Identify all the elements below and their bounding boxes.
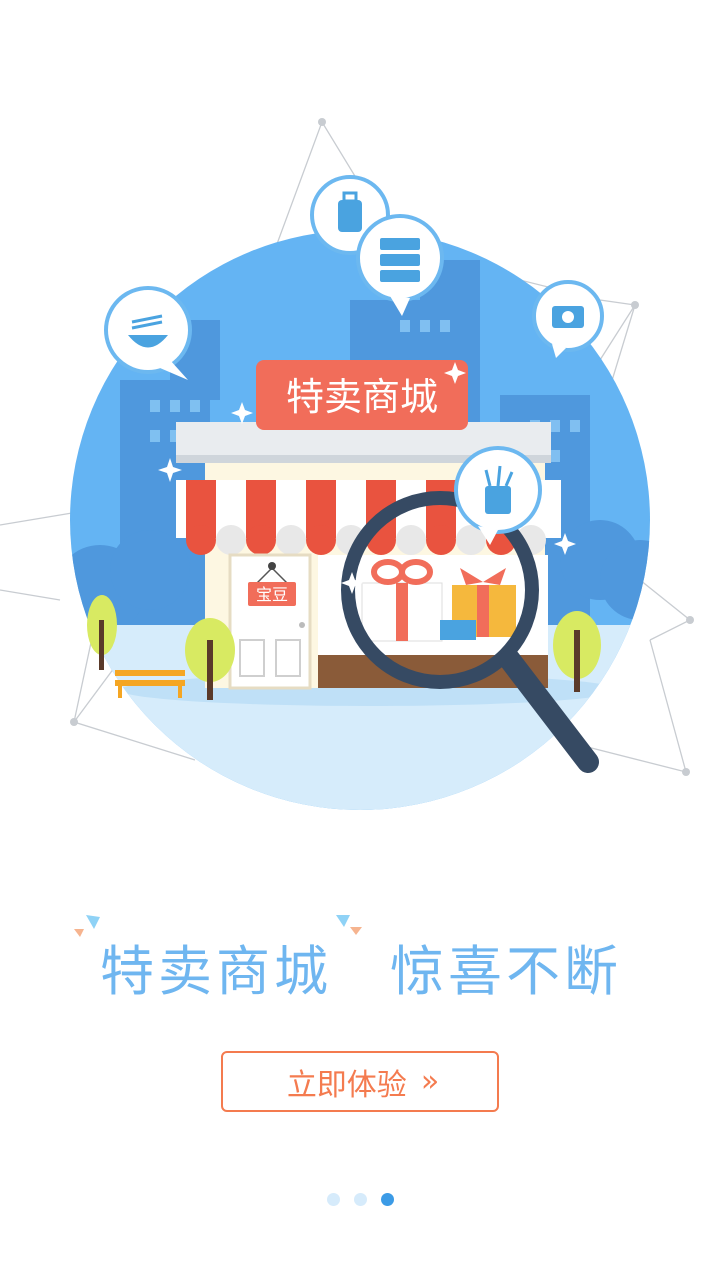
double-chevron-right-icon: » [420, 1064, 440, 1099]
page-dot-2[interactable] [353, 1193, 367, 1206]
shop-sign: 特卖商城 [256, 360, 468, 430]
page-dot-1[interactable] [326, 1193, 340, 1206]
shop-sign-text: 特卖商城 [286, 375, 438, 419]
headline-left: 特卖商城 [100, 940, 332, 1003]
page-indicator [0, 1193, 720, 1209]
try-now-button[interactable]: 立即体验 » [221, 1051, 499, 1112]
page-dot-3[interactable] [380, 1193, 394, 1206]
headline: 特卖商城 惊喜不断 [0, 905, 720, 1005]
door-sign-text: 宝豆 [256, 585, 288, 604]
try-now-label: 立即体验 [286, 1067, 407, 1103]
welcome-illustration: 宝豆 特卖商城 [0, 118, 694, 810]
headline-right: 惊喜不断 [390, 940, 622, 1003]
